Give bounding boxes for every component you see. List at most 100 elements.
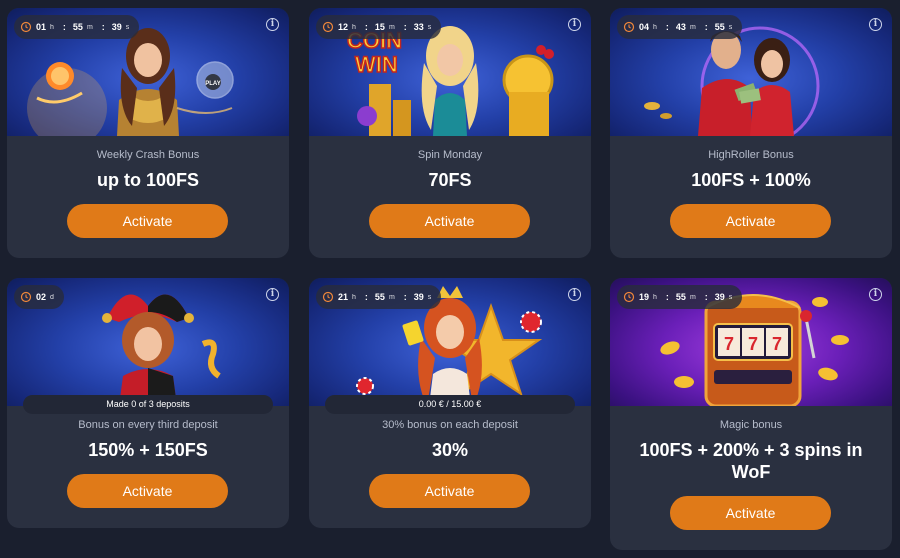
unit-d: d	[50, 293, 54, 301]
timer-seconds: 39	[714, 292, 725, 302]
activate-button[interactable]: Activate	[369, 474, 530, 508]
timer-minutes: 55	[675, 292, 686, 302]
timer-seconds: 39	[111, 22, 122, 32]
timer-minutes: 43	[675, 22, 686, 32]
activate-button[interactable]: Activate	[67, 204, 228, 238]
info-icon[interactable]: i	[266, 18, 279, 31]
card-body: Weekly Crash Bonus up to 100FS	[7, 149, 289, 191]
countdown-timer: 19 h: 55 m: 39 s	[617, 285, 743, 309]
unit-s: s	[427, 23, 432, 31]
bonus-card-weekly-crash: PLAY 01 h: 55 m: 39 s i Weekly Crash Bonus …	[7, 8, 289, 258]
svg-text:7: 7	[724, 334, 734, 354]
unit-h: h	[653, 23, 657, 31]
unit-m: m	[689, 293, 696, 301]
bonus-card-magic: 7 7 7 19 h: 55 m: 39 s i Magic bonus 100FS …	[610, 278, 892, 550]
info-icon[interactable]: i	[568, 288, 581, 301]
timer-separator: :	[403, 292, 407, 302]
countdown-timer: 12 h: 15 m: 33 s	[316, 15, 442, 39]
bonus-banner: 04 h: 43 m: 55 s i	[610, 8, 892, 136]
timer-separator: :	[403, 22, 407, 32]
activate-button[interactable]: Activate	[67, 474, 228, 508]
unit-h: h	[653, 293, 657, 301]
card-body: Bonus on every third deposit 150% + 150F…	[7, 419, 289, 461]
timer-hours: 04	[639, 22, 650, 32]
unit-h: h	[50, 23, 54, 31]
timer-separator: :	[704, 292, 708, 302]
timer-separator: :	[665, 292, 669, 302]
bonus-card-highroller: 04 h: 43 m: 55 s i HighRoller Bonus 100FS +…	[610, 8, 892, 258]
unit-m: m	[388, 293, 395, 301]
clock-icon	[20, 21, 32, 33]
countdown-timer: 21 h: 55 m: 39 s	[316, 285, 442, 309]
clock-icon	[20, 291, 32, 303]
timer-hours: 12	[338, 22, 349, 32]
play-ball-label: PLAY	[205, 81, 220, 87]
timer-minutes: 55	[72, 22, 83, 32]
card-body: HighRoller Bonus 100FS + 100%	[610, 149, 892, 191]
unit-h: h	[352, 23, 356, 31]
bonus-amount: 100FS + 100%	[691, 170, 811, 190]
info-icon[interactable]: i	[869, 18, 882, 31]
bonus-banner: PLAY 01 h: 55 m: 39 s i	[7, 8, 289, 136]
bonus-amount: 100FS + 200% + 3 spins in WoF	[639, 440, 863, 482]
timer-hours: 21	[338, 292, 349, 302]
bonus-card-spin-monday: COIN WIN 12 h: 15 m: 33 s i Spin Monday 70F…	[309, 8, 591, 258]
info-icon[interactable]: i	[869, 288, 882, 301]
clock-icon	[623, 291, 635, 303]
win-art-text: WIN	[355, 52, 398, 77]
unit-h: h	[352, 293, 356, 301]
unit-s: s	[125, 23, 130, 31]
deposit-progress: 0.00 € / 15.00 €	[325, 395, 575, 414]
bonus-title: 30% bonus on each deposit	[382, 419, 518, 431]
svg-text:7: 7	[772, 334, 782, 354]
info-icon[interactable]: i	[568, 18, 581, 31]
unit-m: m	[86, 23, 93, 31]
timer-separator: :	[364, 292, 368, 302]
unit-s: s	[728, 293, 733, 301]
unit-m: m	[388, 23, 395, 31]
bonus-card-third-deposit: 02 d i Made 0 of 3 deposits Bonus on ever…	[7, 278, 289, 528]
timer-minutes: 15	[374, 22, 385, 32]
bonus-title: Magic bonus	[719, 419, 783, 431]
clock-icon	[322, 21, 334, 33]
bonus-amount: up to 100FS	[96, 170, 199, 190]
countdown-timer: 01 h: 55 m: 39 s	[14, 15, 140, 39]
timer-seconds: 33	[413, 22, 424, 32]
card-body: 30% bonus on each deposit 30%	[309, 419, 591, 461]
svg-text:7: 7	[748, 334, 758, 354]
unit-s: s	[427, 293, 432, 301]
bonus-title: Spin Monday	[417, 149, 483, 161]
timer-minutes: 55	[374, 292, 385, 302]
bonus-banner: 02 d i	[7, 278, 289, 406]
timer-separator: :	[704, 22, 708, 32]
timer-separator: :	[665, 22, 669, 32]
unit-m: m	[689, 23, 696, 31]
deposit-progress: Made 0 of 3 deposits	[23, 395, 273, 414]
timer-seconds: 39	[413, 292, 424, 302]
unit-s: s	[728, 23, 733, 31]
bonus-card-each-deposit: 21 h: 55 m: 39 s i 0.00 € / 15.00 € 30% bon…	[309, 278, 591, 528]
bonus-amount: 70FS	[428, 170, 472, 190]
timer-separator: :	[101, 22, 105, 32]
bonus-banner: COIN WIN 12 h: 15 m: 33 s i	[309, 8, 591, 136]
bonus-amount: 150% + 150FS	[88, 440, 208, 460]
countdown-timer: 02 d	[14, 285, 64, 309]
bonus-banner: 7 7 7 19 h: 55 m: 39 s i	[610, 278, 892, 406]
card-body: Magic bonus 100FS + 200% + 3 spins in Wo…	[610, 419, 892, 483]
activate-button[interactable]: Activate	[670, 204, 831, 238]
card-body: Spin Monday 70FS	[309, 149, 591, 191]
timer-hours: 01	[36, 22, 47, 32]
timer-separator: :	[364, 22, 368, 32]
timer-separator: :	[62, 22, 66, 32]
bonus-banner: 21 h: 55 m: 39 s i	[309, 278, 591, 406]
clock-icon	[623, 21, 635, 33]
activate-button[interactable]: Activate	[369, 204, 530, 238]
activate-button[interactable]: Activate	[670, 496, 831, 530]
bonus-title: Bonus on every third deposit	[78, 419, 218, 431]
clock-icon	[322, 291, 334, 303]
timer-seconds: 55	[714, 22, 725, 32]
bonus-amount: 30%	[431, 440, 469, 460]
info-icon[interactable]: i	[266, 288, 279, 301]
timer-hours: 19	[639, 292, 650, 302]
bonus-title: Weekly Crash Bonus	[96, 149, 200, 161]
